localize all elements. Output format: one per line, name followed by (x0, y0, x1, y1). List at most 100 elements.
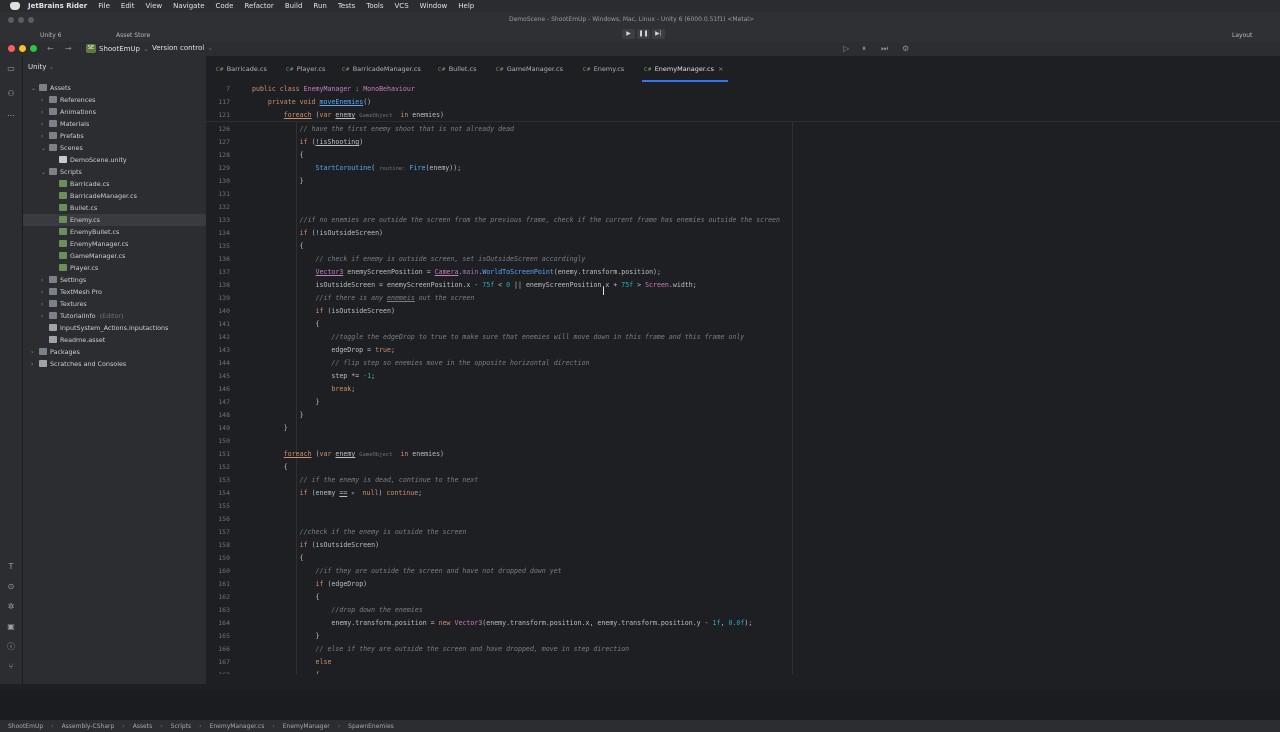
menu-edit[interactable]: Edit (121, 2, 135, 10)
zoom-dot-icon[interactable] (28, 17, 34, 23)
forward-arrow-icon[interactable]: → (65, 44, 72, 53)
apple-icon[interactable] (10, 2, 20, 10)
tree-item[interactable]: › Animations (23, 106, 206, 118)
fullscreen-window-icon[interactable] (30, 45, 37, 52)
tree-item[interactable]: GameManager.cs (23, 250, 206, 262)
tree-item[interactable]: › Settings (23, 274, 206, 286)
structure-tool-icon[interactable]: ⚇ (5, 89, 17, 99)
code-line[interactable]: if (isOutsideScreen) (252, 307, 395, 315)
code-line[interactable]: // else if they are outside the screen a… (252, 645, 630, 653)
tree-item[interactable]: Readme.asset (23, 334, 206, 346)
menu-code[interactable]: Code (216, 2, 234, 10)
minimize-dot-icon[interactable] (18, 17, 24, 23)
code-line[interactable]: foreach (var enemy GameObject in enemies… (252, 450, 444, 458)
code-line[interactable]: if (!isShooting) (252, 138, 364, 146)
back-arrow-icon[interactable]: ← (47, 44, 54, 53)
asset-store-button[interactable]: Asset Store (116, 32, 150, 39)
menu-vcs[interactable]: VCS (395, 2, 409, 10)
run-tool-icon[interactable]: ⊙ (5, 582, 17, 592)
tab-game-manager[interactable]: C# GameManager.cs (496, 65, 563, 73)
code-line[interactable]: foreach (var enemy GameObject in enemies… (252, 111, 444, 119)
code-line[interactable]: { (252, 463, 288, 471)
code-line[interactable]: { (252, 242, 304, 250)
tree-item[interactable]: Bullet.cs (23, 202, 206, 214)
code-line[interactable]: Vector3 enemyScreenPosition = Camera.mai… (252, 268, 661, 276)
menu-run[interactable]: Run (313, 2, 326, 10)
tree-item[interactable]: › TutorialInfo (Editor) (23, 310, 206, 322)
code-line[interactable]: // check if enemy is outside screen, set… (252, 255, 586, 263)
menu-refactor[interactable]: Refactor (244, 2, 273, 10)
tree-item[interactable]: BarricadeManager.cs (23, 190, 206, 202)
code-line[interactable]: } (252, 632, 320, 640)
close-window-icon[interactable] (8, 45, 15, 52)
layout-dropdown[interactable]: Layout (1232, 32, 1252, 39)
run-icon[interactable]: ▷ (843, 44, 849, 53)
code-line[interactable]: if (isOutsideScreen) (252, 541, 379, 549)
code-line[interactable]: enemy.transform.position = new Vector3(e… (252, 619, 752, 627)
tree-item[interactable]: Barricade.cs (23, 178, 206, 190)
code-editor[interactable]: 126 // have the first enemy shoot that i… (206, 82, 1280, 674)
pause-unity-icon[interactable]: ⏸ (862, 44, 866, 54)
more-tools-icon[interactable]: … (5, 109, 17, 119)
code-line[interactable]: if (edgeDrop) (252, 580, 368, 588)
tree-item[interactable]: › Textures (23, 298, 206, 310)
project-panel-title[interactable]: Unity ⌄ (28, 63, 55, 71)
code-line[interactable]: { (252, 320, 320, 328)
tree-item[interactable]: ⌄ Scenes (23, 142, 206, 154)
code-line[interactable]: if (enemy == ✖ null) continue; (252, 489, 423, 497)
menu-tests[interactable]: Tests (338, 2, 355, 10)
code-line[interactable]: //drop down the enemies (252, 606, 422, 614)
tree-item[interactable]: ⌄ Assets (23, 82, 206, 94)
code-line[interactable]: //toggle the edgeDrop to true to make su… (252, 333, 744, 341)
tree-item[interactable]: › TextMesh Pro (23, 286, 206, 298)
menu-file[interactable]: File (98, 2, 110, 10)
breadcrumb-project[interactable]: ShootEmUp (8, 723, 43, 730)
code-line[interactable]: // flip step so enemies move in the oppo… (252, 359, 589, 367)
close-tab-icon[interactable]: × (718, 65, 723, 73)
code-line[interactable]: //if there is any enemeis out the screen (252, 294, 475, 302)
code-line[interactable]: { (252, 151, 304, 159)
menu-build[interactable]: Build (285, 2, 303, 10)
tree-item[interactable]: ⌄ Scripts (23, 166, 206, 178)
code-line[interactable]: // have the first enemy shoot that is no… (252, 125, 514, 133)
terminal-icon[interactable]: ▣ (5, 622, 17, 632)
menu-window[interactable]: Window (420, 2, 448, 10)
code-line[interactable]: { (252, 671, 320, 674)
code-line[interactable]: isOutsideScreen = enemyScreenPosition.x … (252, 281, 697, 289)
code-line[interactable]: } (252, 398, 320, 406)
chevron-right-icon[interactable]: › (31, 359, 39, 371)
code-line[interactable]: step *= -1; (252, 372, 375, 380)
close-dot-icon[interactable] (8, 17, 14, 23)
code-line[interactable]: public class EnemyManager : MonoBehaviou… (252, 85, 415, 93)
menu-app-name[interactable]: JetBrains Rider (28, 2, 87, 10)
breadcrumb-assembly[interactable]: Assembly-CSharp (62, 723, 115, 730)
step-unity-icon[interactable]: ⏭ (881, 44, 888, 54)
tree-item[interactable]: › References (23, 94, 206, 106)
code-line[interactable]: edgeDrop = true; (252, 346, 395, 354)
project-selector[interactable]: SE ShootEmUp ⌄ (86, 44, 149, 53)
code-line[interactable]: //check if the enemy is outside the scre… (252, 528, 467, 536)
tree-item[interactable]: EnemyBullet.cs (23, 226, 206, 238)
code-line[interactable]: } (252, 177, 304, 185)
debug-icon[interactable]: ⚙ (902, 44, 909, 53)
debug-tool-icon[interactable]: ✲ (5, 602, 17, 612)
code-line[interactable]: //if they are outside the screen and hav… (252, 567, 562, 575)
minimize-window-icon[interactable] (19, 45, 26, 52)
tree-item[interactable]: › Scratches and Consoles (23, 358, 206, 370)
tab-barricade-manager[interactable]: C# BarricadeManager.cs (342, 65, 421, 73)
menu-navigate[interactable]: Navigate (173, 2, 204, 10)
code-line[interactable]: // if the enemy is dead, continue to the… (252, 476, 479, 484)
problems-icon[interactable]: ⓘ (5, 642, 17, 652)
pause-icon[interactable]: ❚❚ (637, 29, 650, 39)
tab-player[interactable]: C# Player.cs (286, 65, 325, 73)
step-icon[interactable]: ▶| (652, 29, 665, 39)
code-line[interactable]: if (!isOutsideScreen) (252, 229, 383, 237)
code-line[interactable]: StartCoroutine( routine: Fire(enemy)); (252, 164, 462, 172)
code-line[interactable]: } (252, 424, 288, 432)
tab-barricade[interactable]: C# Barricade.cs (216, 65, 267, 73)
tree-item[interactable]: › Packages (23, 346, 206, 358)
project-tool-icon[interactable]: ▭ (5, 64, 17, 74)
tree-item[interactable]: › Prefabs (23, 130, 206, 142)
tree-item[interactable]: Enemy.cs (23, 214, 206, 226)
tree-item[interactable]: InputSystem_Actions.inputactions (23, 322, 206, 334)
